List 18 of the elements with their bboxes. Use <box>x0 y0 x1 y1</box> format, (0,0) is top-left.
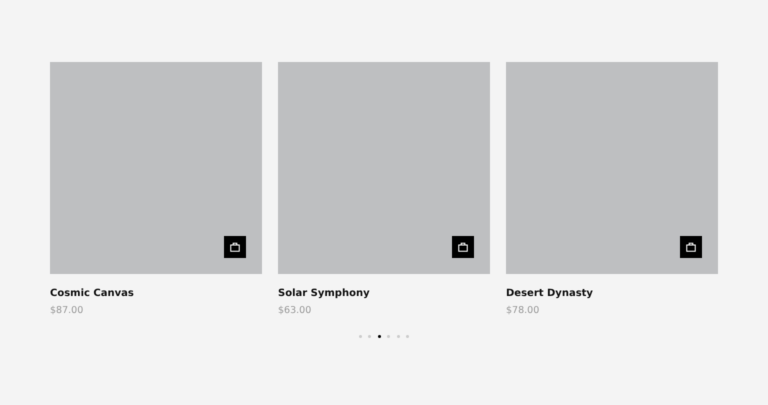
product-name[interactable]: Desert Dynasty <box>506 287 718 301</box>
product-name[interactable]: Solar Symphony <box>278 287 490 301</box>
add-to-cart-button[interactable] <box>452 236 474 258</box>
pagination-dot[interactable] <box>378 335 381 338</box>
product-price: $63.00 <box>278 304 312 318</box>
add-to-cart-button[interactable] <box>224 236 246 258</box>
shopping-bag-icon <box>230 242 240 252</box>
pagination-dot[interactable] <box>406 335 409 338</box>
shopping-bag-icon <box>686 242 696 252</box>
shopping-bag-icon <box>458 242 468 252</box>
product-name[interactable]: Cosmic Canvas <box>50 287 262 301</box>
pagination-dot[interactable] <box>359 335 362 338</box>
pagination-dot[interactable] <box>396 335 400 338</box>
add-to-cart-button[interactable] <box>680 236 702 258</box>
pagination-dot[interactable] <box>368 335 372 338</box>
pagination-dot[interactable] <box>387 335 390 338</box>
product-price: $78.00 <box>506 304 540 318</box>
product-price: $87.00 <box>50 304 84 318</box>
